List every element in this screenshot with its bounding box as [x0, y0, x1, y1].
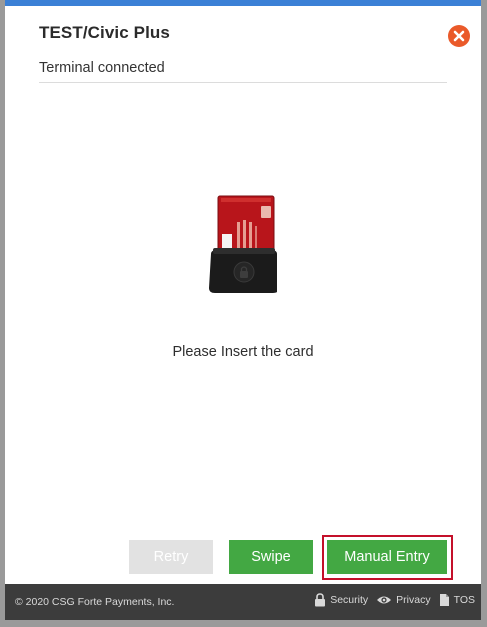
payment-dialog: TEST/Civic Plus Terminal connected Pleas… [5, 0, 481, 584]
close-button[interactable] [448, 25, 470, 47]
dialog-title: TEST/Civic Plus [39, 23, 170, 42]
terminal-status: Terminal connected [39, 60, 165, 76]
page-backdrop: TEST/Civic Plus Terminal connected Pleas… [0, 0, 487, 627]
lock-icon [315, 593, 326, 607]
retry-button[interactable]: Retry [129, 540, 213, 574]
manual-entry-button[interactable]: Manual Entry [327, 540, 447, 574]
copyright-text: © 2020 CSG Forte Payments, Inc. [15, 596, 175, 608]
tos-link-label: TOS [453, 594, 475, 606]
privacy-link[interactable]: Privacy [376, 594, 431, 606]
footer-links: Security Privacy TOS [306, 593, 475, 607]
security-link-label: Security [330, 594, 369, 606]
insert-card-instruction: Please Insert the card [172, 344, 314, 360]
security-link[interactable]: Security [314, 593, 368, 607]
footer-bar: © 2020 CSG Forte Payments, Inc. Security… [5, 584, 481, 620]
close-icon [453, 30, 465, 42]
header-divider [39, 82, 447, 83]
card-reader-icon [209, 195, 277, 293]
document-icon [439, 594, 449, 606]
swipe-button[interactable]: Swipe [229, 540, 313, 574]
eye-icon [377, 596, 392, 604]
tos-link[interactable]: TOS [439, 593, 475, 607]
privacy-link-label: Privacy [396, 594, 431, 606]
